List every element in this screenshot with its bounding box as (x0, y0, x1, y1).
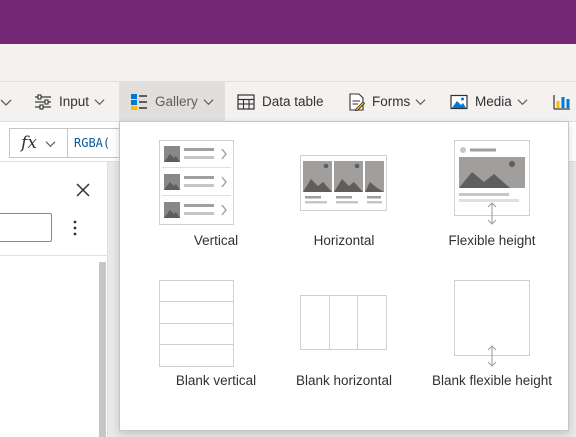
chevron-down-icon (0, 99, 12, 106)
image-icon (450, 94, 468, 109)
fx-label: fx (21, 133, 37, 153)
gallery-option-blank-horizontal[interactable]: Blank horizontal (269, 280, 419, 388)
data-table-button[interactable]: Data table (237, 82, 324, 121)
forms-menu-button[interactable]: Forms (348, 82, 426, 121)
more-options-icon[interactable] (70, 218, 80, 238)
form-icon (349, 92, 365, 111)
app-title-bar (0, 0, 576, 44)
previous-item-chevron[interactable] (0, 82, 12, 121)
panel-scrollbar[interactable] (99, 262, 106, 437)
flexible-height-gallery-icon (454, 140, 530, 225)
tree-view-panel (0, 162, 108, 437)
charts-menu-button[interactable] (553, 82, 571, 121)
gallery-option-label: Flexible height (448, 233, 536, 248)
gallery-label: Gallery (155, 94, 198, 109)
blank-flexible-height-gallery-icon (454, 280, 530, 367)
gallery-option-flexible-height[interactable]: Flexible height (417, 140, 567, 255)
sliders-icon (35, 93, 51, 110)
chevron-down-icon (94, 99, 105, 106)
chevron-down-icon (45, 140, 56, 147)
gallery-menu-button[interactable]: Gallery (119, 82, 225, 121)
gallery-dropdown-menu: Vertical Horizontal Flexible height Blan… (119, 121, 569, 431)
close-icon[interactable] (74, 181, 92, 199)
gallery-option-blank-flexible-height[interactable]: Blank flexible height (417, 280, 567, 412)
media-menu-button[interactable]: Media (450, 82, 528, 121)
chart-icon (553, 94, 570, 110)
forms-label: Forms (372, 94, 411, 109)
chevron-down-icon (415, 99, 426, 106)
input-menu-button[interactable]: Input (34, 82, 105, 121)
property-fx-button[interactable]: fx (9, 128, 68, 158)
chevron-down-icon (517, 99, 528, 106)
command-bar (0, 44, 576, 81)
media-label: Media (475, 94, 512, 109)
gallery-option-label: Blank horizontal (295, 373, 393, 388)
gallery-option-horizontal[interactable]: Horizontal (269, 140, 419, 255)
search-input[interactable] (0, 213, 52, 242)
horizontal-gallery-icon (300, 155, 387, 211)
gallery-option-label: Blank flexible height (431, 373, 553, 388)
gallery-icon (131, 93, 147, 110)
blank-vertical-gallery-icon (159, 280, 234, 367)
panel-divider (0, 255, 108, 256)
chevron-down-icon (203, 99, 214, 106)
input-label: Input (59, 94, 90, 109)
vertical-gallery-icon (159, 140, 234, 225)
gallery-option-label: Horizontal (313, 233, 375, 248)
blank-horizontal-gallery-icon (300, 295, 387, 350)
data-table-label: Data table (262, 94, 324, 109)
table-icon (237, 93, 255, 110)
